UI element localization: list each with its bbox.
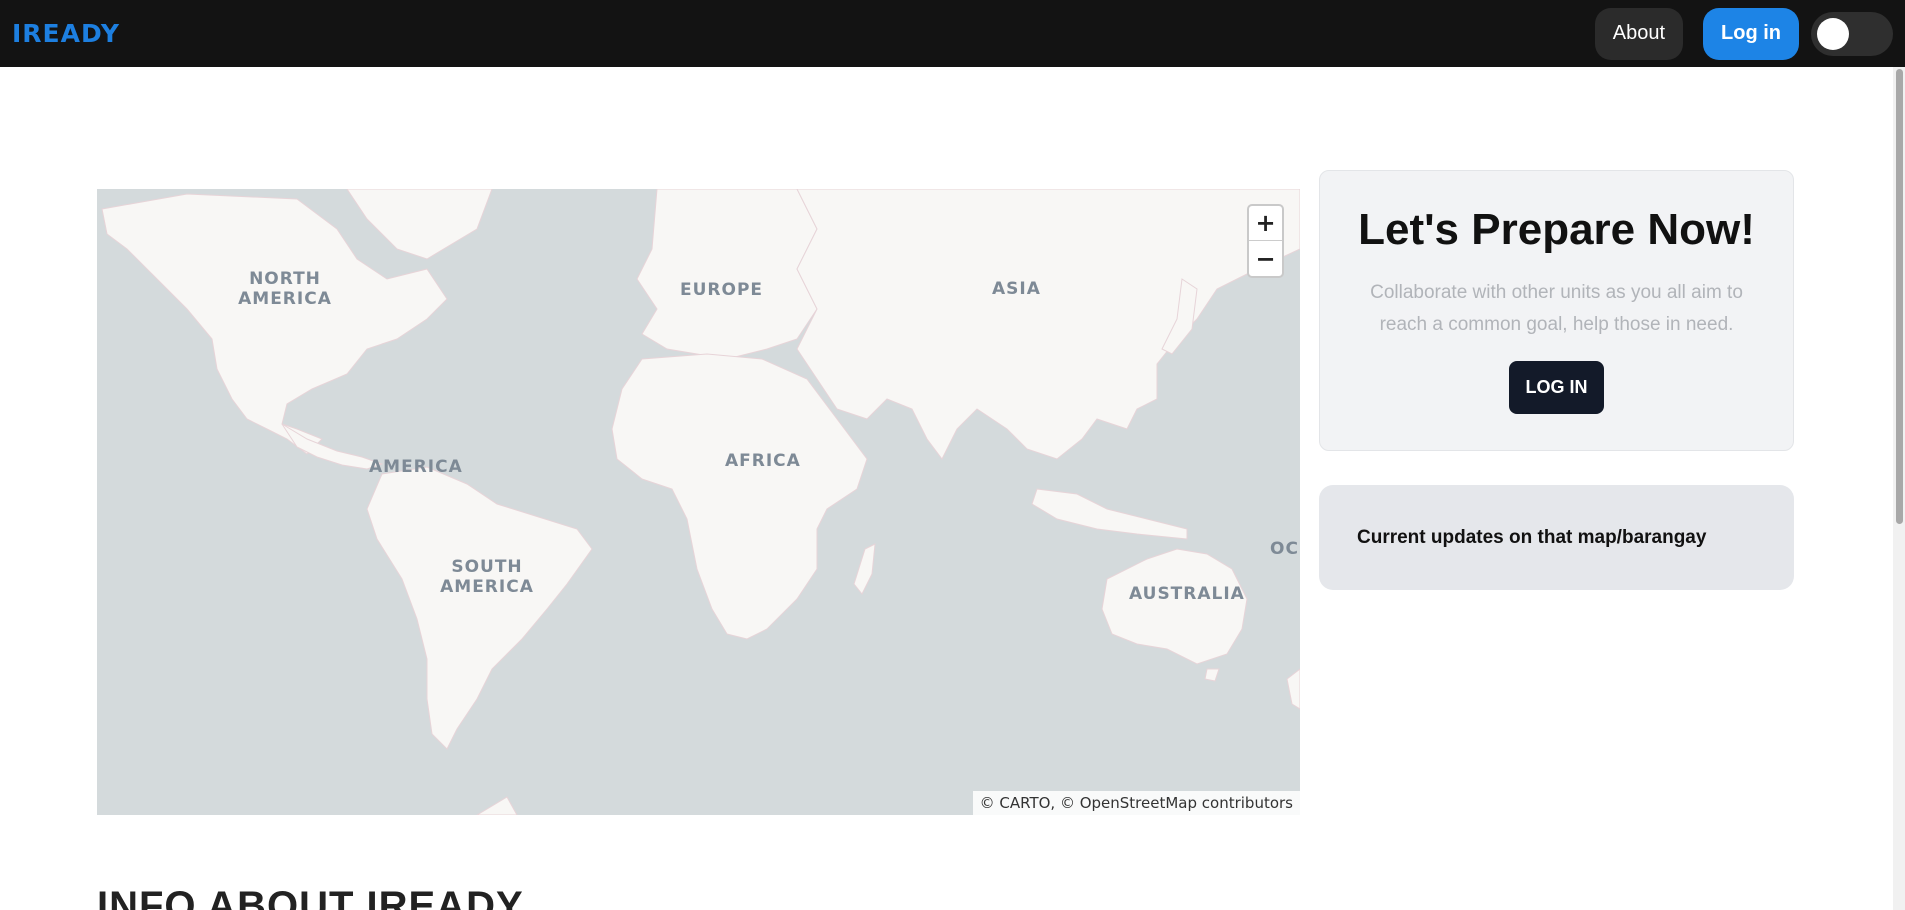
info-section-heading: INFO ABOUT IREADY: [97, 884, 524, 910]
landmass-greenland: [346, 189, 493, 260]
landmass-antarctica: [476, 796, 518, 815]
updates-text: Current updates on that map/barangay: [1357, 526, 1707, 548]
label-australia: AUSTRALIA: [1129, 584, 1245, 604]
landmass-indonesia: [1031, 488, 1188, 540]
zoom-in-button[interactable]: +: [1249, 206, 1282, 241]
hero-login-button[interactable]: LOG IN: [1509, 361, 1604, 414]
brand-logo[interactable]: IREADY: [12, 19, 120, 48]
zoom-out-button[interactable]: −: [1249, 241, 1282, 276]
landmass-south-america: [366, 466, 593, 750]
scrollbar-thumb[interactable]: [1896, 69, 1903, 524]
page-scrollbar[interactable]: [1893, 67, 1905, 910]
map-attribution[interactable]: © CARTO, © OpenStreetMap contributors: [972, 791, 1300, 815]
hero-card: Let's Prepare Now! Collaborate with othe…: [1319, 170, 1794, 451]
label-oc: OC: [1270, 539, 1299, 559]
label-asia: ASIA: [992, 279, 1041, 299]
label-europe: EUROPE: [680, 280, 764, 300]
world-map[interactable]: NORTH AMERICA EUROPE ASIA AMERICA AFRICA…: [97, 189, 1300, 815]
hero-subtitle: Collaborate with other units as you all …: [1370, 282, 1743, 335]
hero-title: Let's Prepare Now!: [1358, 205, 1755, 254]
landmass-tasmania: [1204, 668, 1220, 682]
landmass-europe: [636, 189, 818, 360]
top-navbar: IREADY About Log in: [0, 0, 1905, 67]
label-africa: AFRICA: [725, 451, 801, 471]
toggle-switch-icon: [1817, 17, 1849, 50]
label-america: AMERICA: [369, 457, 463, 477]
theme-toggle[interactable]: [1811, 11, 1893, 56]
map-zoom-control: + −: [1247, 204, 1284, 278]
landmass-madagascar: [853, 543, 876, 595]
label-north-america: NORTH AMERICA: [238, 269, 332, 309]
nav-login-button[interactable]: Log in: [1703, 7, 1799, 60]
label-south-america: SOUTH AMERICA: [440, 557, 534, 597]
landmass-asia: [796, 189, 1300, 460]
nav-actions: About Log in: [1594, 7, 1893, 60]
updates-card: Current updates on that map/barangay: [1319, 485, 1794, 590]
about-button[interactable]: About: [1594, 7, 1684, 60]
landmass-new-zealand: [1286, 668, 1300, 710]
landmass-australia: [1101, 548, 1248, 665]
